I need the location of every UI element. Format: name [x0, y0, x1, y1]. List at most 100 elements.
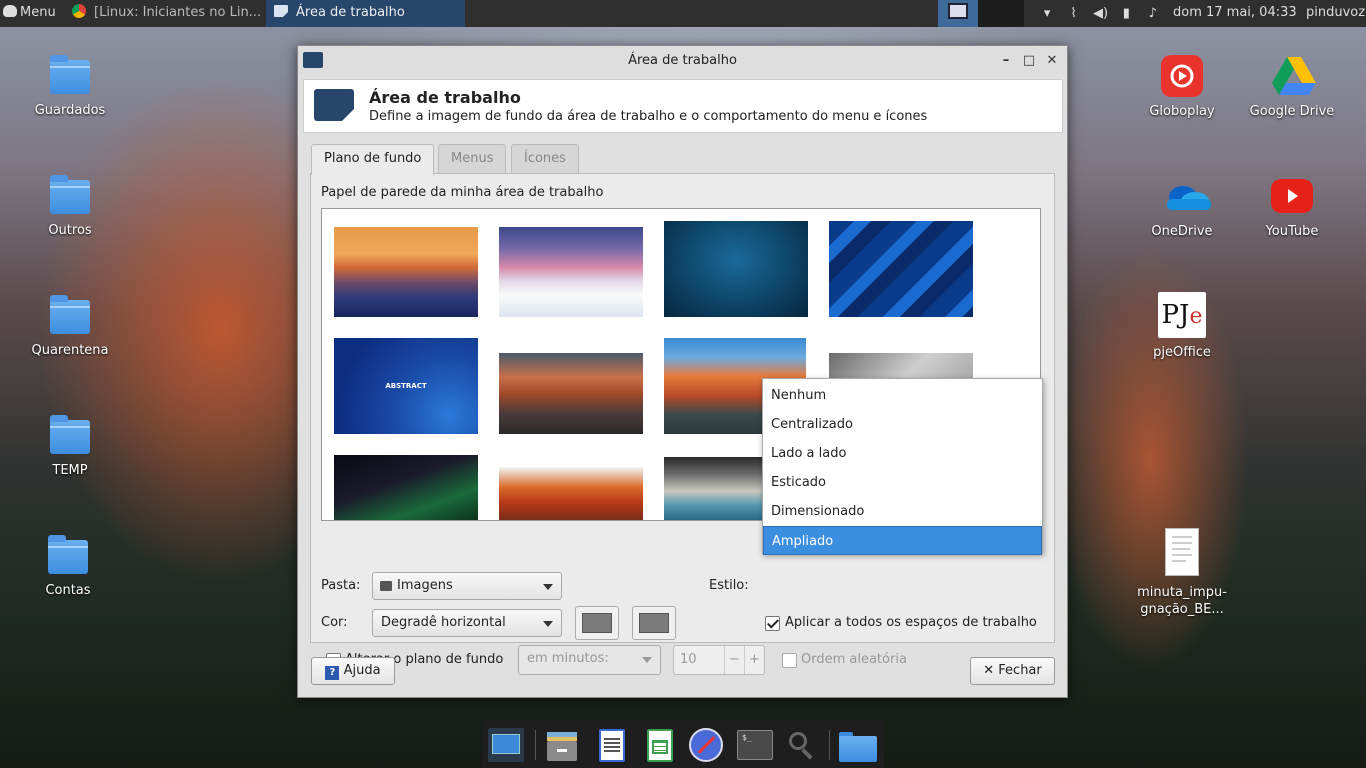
header-subtitle: Define a imagem de fundo da área de trab…	[369, 109, 928, 124]
desktop-settings-icon	[274, 5, 288, 17]
battery-icon[interactable]: ▮	[1119, 6, 1133, 21]
interval-value: 10	[680, 652, 697, 667]
desktop-folder-contas[interactable]: Contas	[13, 535, 123, 599]
random-order-label: Ordem aleatória	[801, 652, 907, 667]
desktop-folder-temp[interactable]: TEMP	[15, 415, 125, 479]
terminal-icon[interactable]: $_	[736, 728, 773, 762]
chrome-icon	[72, 4, 86, 18]
paperclip-icon[interactable]: ⌇	[1067, 6, 1081, 21]
desktop-icon-label: Globoplay	[1149, 104, 1215, 119]
wallpaper-thumbnail[interactable]	[829, 221, 973, 317]
workspace-switcher[interactable]	[938, 0, 978, 27]
tab-menus[interactable]: Menus	[438, 144, 507, 174]
style-option-ampliado[interactable]: Ampliado	[763, 526, 1042, 555]
taskbar-item-browser[interactable]: [Linux: Iniciantes no Lin...	[66, 0, 264, 27]
wallpaper-thumbnail[interactable]	[664, 221, 808, 317]
desktop-launcher-google-drive[interactable]: Google Drive	[1237, 55, 1347, 120]
file-manager-icon[interactable]	[544, 728, 580, 762]
spreadsheet-icon[interactable]	[642, 728, 678, 762]
folder-icon	[50, 415, 90, 454]
folder-combobox[interactable]: Imagens	[372, 572, 562, 600]
top-panel: Menu [Linux: Iniciantes no Lin... Área d…	[0, 0, 1366, 27]
document-icon	[1165, 528, 1199, 576]
secondary-color-button[interactable]	[632, 606, 676, 640]
close-window-button[interactable]: ✕	[1041, 46, 1063, 75]
interval-spinbox[interactable]: 10 − +	[673, 645, 765, 675]
window-title: Área de trabalho	[628, 53, 737, 68]
folder-icon	[50, 55, 90, 94]
random-order-checkbox[interactable]	[782, 653, 797, 668]
style-option-centralizado[interactable]: Centralizado	[763, 410, 1042, 439]
style-dropdown-menu[interactable]: Nenhum Centralizado Lado a lado Esticado…	[762, 378, 1043, 555]
close-button[interactable]: ✕ Fechar	[970, 657, 1055, 685]
maximize-button[interactable]: □	[1018, 46, 1040, 75]
minimize-button[interactable]: –	[995, 46, 1017, 75]
text-document-icon[interactable]	[594, 728, 630, 762]
color-swatch	[582, 613, 612, 633]
style-option-lado-a-lado[interactable]: Lado a lado	[763, 439, 1042, 468]
desktop-settings-icon	[303, 52, 323, 68]
chevron-down-icon	[543, 584, 553, 590]
clock[interactable]: dom 17 mai, 04:33	[1173, 0, 1303, 27]
desktop-icon-label: OneDrive	[1151, 224, 1213, 239]
folder-value: Imagens	[397, 578, 453, 593]
desktop-icon-label: Contas	[45, 583, 91, 598]
desktop-folder-outros[interactable]: Outros	[15, 175, 125, 239]
apply-all-workspaces-checkbox[interactable]	[765, 616, 780, 631]
wallpaper-thumbnail[interactable]	[334, 455, 478, 520]
desktop-launcher-youtube[interactable]: YouTube	[1237, 175, 1347, 240]
wallpaper-thumbnail[interactable]	[499, 227, 643, 317]
header-title: Área de trabalho	[369, 88, 521, 107]
desktop-folder-guardados[interactable]: Guardados	[15, 55, 125, 119]
applications-menu-button[interactable]: Menu	[0, 0, 64, 27]
wallpaper-thumbnail[interactable]	[499, 467, 643, 520]
search-icon[interactable]	[784, 728, 820, 762]
window-titlebar[interactable]: Área de trabalho – □ ✕	[298, 46, 1067, 75]
desktop-icon-label: Outros	[48, 223, 92, 238]
folder-icon	[50, 295, 90, 334]
increment-button[interactable]: +	[744, 646, 764, 674]
tab-plano-de-fundo[interactable]: Plano de fundo	[311, 144, 435, 175]
menu-label: Menu	[20, 5, 56, 20]
decrement-button[interactable]: −	[724, 646, 744, 674]
style-option-dimensionado[interactable]: Dimensionado	[763, 497, 1042, 526]
distro-logo-icon	[3, 5, 17, 17]
desktop-icon-label: Google Drive	[1249, 104, 1335, 119]
desktop-launcher-globoplay[interactable]: Globoplay	[1127, 55, 1237, 120]
folder-icon[interactable]	[839, 728, 877, 762]
folder-icon	[48, 535, 88, 574]
notifications-bell-icon[interactable]: ♪	[1146, 6, 1160, 21]
desktop-folder-quarentena[interactable]: Quarentena	[15, 295, 125, 359]
wifi-icon[interactable]: ▾	[1040, 6, 1054, 21]
style-option-nenhum[interactable]: Nenhum	[763, 381, 1042, 410]
wallpaper-thumbnail[interactable]: ABSTRACT	[334, 338, 478, 434]
desktop-settings-icon[interactable]	[488, 728, 524, 762]
wallpaper-thumbnail[interactable]	[334, 227, 478, 317]
volume-icon[interactable]: ◀)	[1093, 6, 1108, 21]
google-drive-icon	[1271, 55, 1316, 97]
user-menu[interactable]: pinduvoz	[1306, 0, 1366, 27]
apply-all-workspaces-label: Aplicar a todos os espaços de trabalho	[785, 615, 1037, 630]
wallpaper-thumbnail[interactable]	[499, 353, 643, 434]
image-folder-icon	[380, 581, 392, 591]
system-tray: ▾ ⌇ ◀) ▮ ♪	[1030, 0, 1170, 27]
style-label: Estilo:	[709, 578, 749, 593]
help-button[interactable]: ? Ajuda	[311, 657, 395, 685]
style-option-esticado[interactable]: Esticado	[763, 468, 1042, 497]
desktop-launcher-onedrive[interactable]: OneDrive	[1127, 175, 1237, 240]
desktop-icon-label: Guardados	[34, 103, 106, 118]
web-browser-icon[interactable]	[688, 728, 724, 762]
taskbar-item-desktop-settings[interactable]: Área de trabalho	[266, 0, 465, 27]
desktop-launcher-pjeoffice[interactable]: PJe pjeOffice	[1127, 292, 1237, 361]
close-icon: ✕	[983, 663, 995, 678]
workspace-2[interactable]	[978, 0, 1024, 27]
workspace-icon	[948, 3, 968, 19]
color-mode-combobox[interactable]: Degradê horizontal	[372, 609, 562, 637]
tab-icones[interactable]: Ícones	[511, 144, 579, 174]
dock: $_	[482, 720, 884, 768]
desktop-settings-icon	[314, 89, 354, 121]
desktop-file-minuta[interactable]: minuta_impu-gnação_BE...	[1127, 528, 1237, 618]
interval-unit-combobox[interactable]: em minutos:	[518, 645, 661, 675]
primary-color-button[interactable]	[575, 606, 619, 640]
color-mode-value: Degradê horizontal	[381, 615, 506, 630]
